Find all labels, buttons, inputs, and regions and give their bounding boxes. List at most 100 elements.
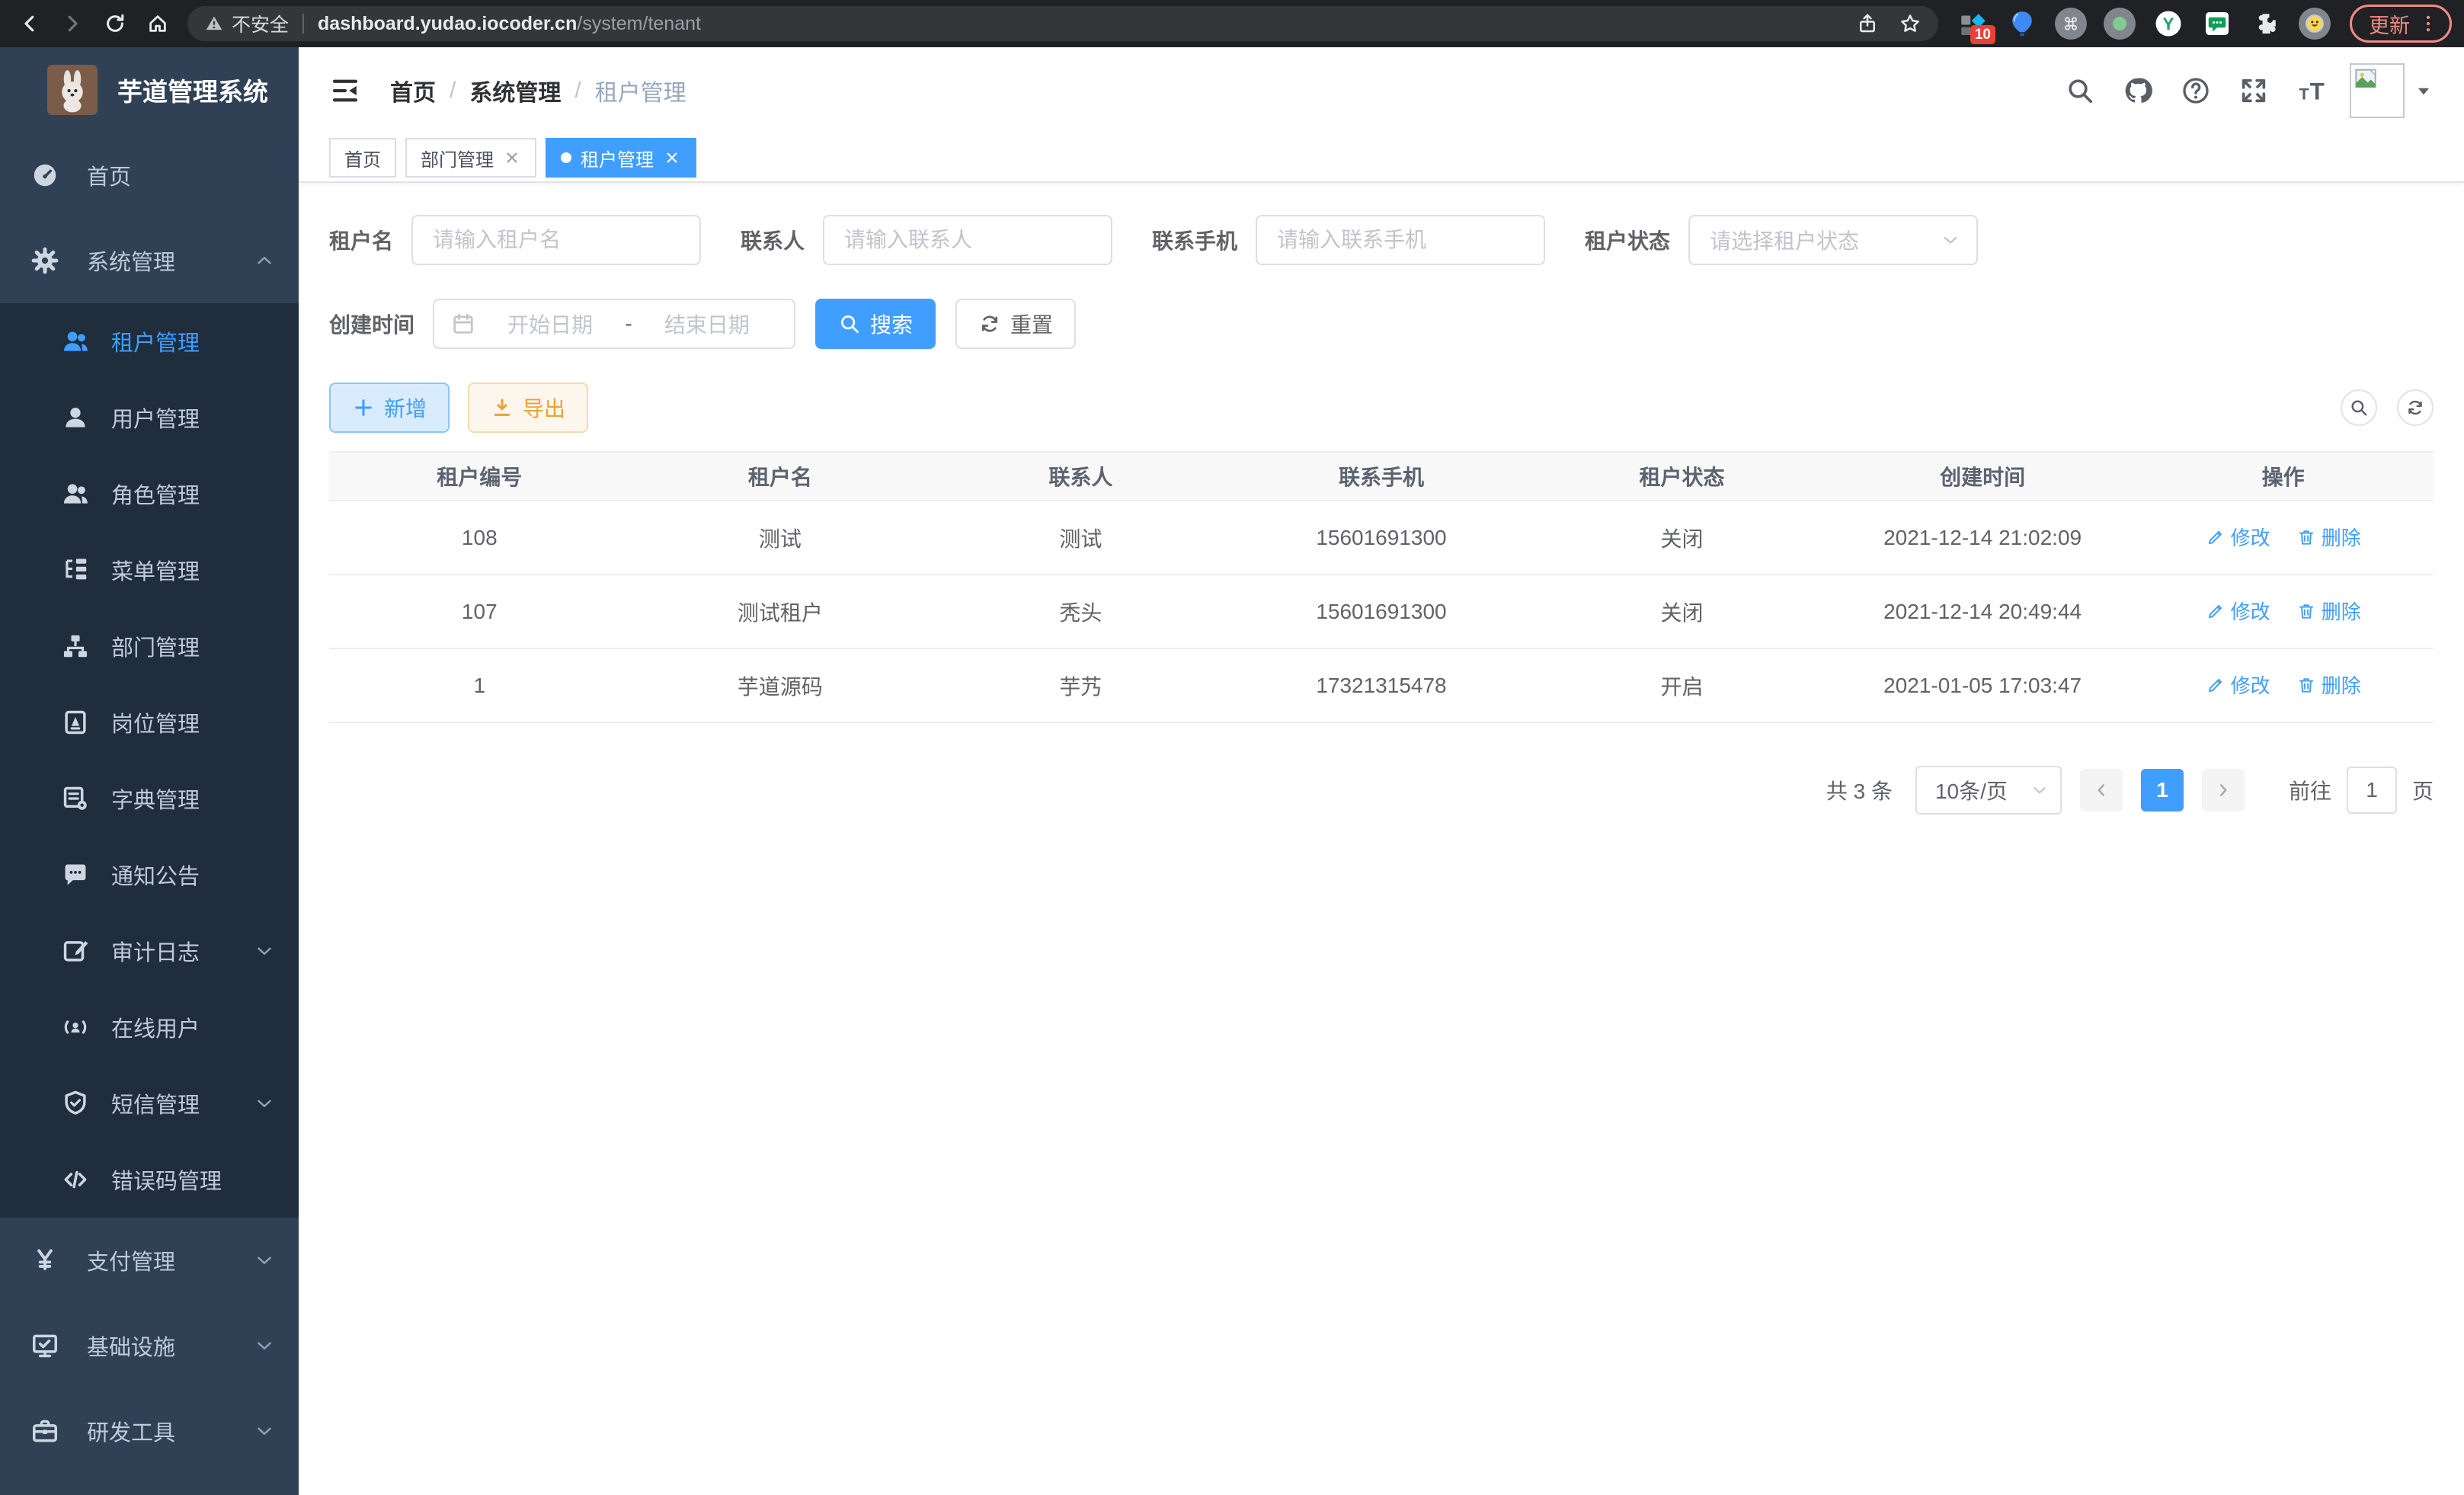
- sidebar-item-post[interactable]: 岗位管理: [0, 684, 299, 760]
- extension-y-icon[interactable]: Y: [2152, 8, 2184, 40]
- table-column-header: 创建时间: [1832, 452, 2133, 501]
- table-column-header: 租户状态: [1531, 452, 1832, 501]
- sidebar-item-home[interactable]: 首页: [0, 133, 299, 218]
- tenant-name-field: 租户名: [329, 215, 701, 265]
- sidebar-item-label: 部门管理: [111, 630, 200, 662]
- search-button[interactable]: 搜索: [815, 299, 936, 349]
- browser-home-button[interactable]: [140, 6, 175, 41]
- extension-emoji-icon[interactable]: [2299, 8, 2331, 40]
- page-1-button[interactable]: 1: [2141, 769, 2184, 812]
- edit-link[interactable]: 修改: [2206, 671, 2270, 699]
- tenant-status-select[interactable]: 请选择租户状态: [1688, 215, 1978, 265]
- avatar[interactable]: [2350, 63, 2405, 118]
- close-icon[interactable]: [503, 149, 521, 167]
- refresh-icon: [978, 312, 1001, 335]
- browser-back-button[interactable]: [12, 6, 47, 41]
- export-button[interactable]: 导出: [468, 383, 588, 433]
- breadcrumb-item[interactable]: 系统管理: [469, 74, 561, 107]
- toggle-search-button[interactable]: [2341, 389, 2377, 426]
- sidebar-item-label: 岗位管理: [111, 706, 200, 738]
- next-page-button[interactable]: [2202, 769, 2245, 812]
- extension-badge: 10: [1970, 25, 1995, 44]
- contact-person-label: 联系人: [741, 225, 805, 255]
- page-size-select[interactable]: 10条/页: [1915, 766, 2062, 815]
- sidebar-item-tenant[interactable]: 租户管理: [0, 303, 299, 379]
- edit-link[interactable]: 修改: [2206, 597, 2270, 625]
- table-cell-phone: 17321315478: [1231, 648, 1532, 722]
- add-button[interactable]: 新增: [329, 383, 450, 433]
- sidebar-item-label: 首页: [87, 159, 131, 191]
- breadcrumb-item[interactable]: 首页: [390, 74, 436, 107]
- edit-pencil-icon: [2206, 675, 2226, 695]
- close-icon[interactable]: [663, 149, 681, 167]
- sidebar-item-system[interactable]: 系统管理: [0, 218, 299, 303]
- delete-link[interactable]: 删除: [2296, 597, 2361, 625]
- sidebar-item-audit-log[interactable]: 审计日志: [0, 913, 299, 989]
- table-cell-name: 测试租户: [630, 575, 931, 648]
- font-size-icon[interactable]: TT: [2296, 75, 2327, 106]
- prev-page-button[interactable]: [2080, 769, 2123, 812]
- browser-forward-button[interactable]: [55, 6, 90, 41]
- fullscreen-icon[interactable]: [2238, 75, 2269, 106]
- browser-reload-button[interactable]: [98, 6, 133, 41]
- sidebar-item-online-user[interactable]: 在线用户: [0, 989, 299, 1065]
- goto-page-input[interactable]: [2347, 767, 2397, 814]
- omnibox-divider: [302, 14, 304, 34]
- emoji-face-icon: [2305, 14, 2325, 34]
- extension-chat-icon[interactable]: [2201, 8, 2233, 40]
- sidebar-item-error-code[interactable]: 错误码管理: [0, 1141, 299, 1218]
- tab-tenant[interactable]: 租户管理: [546, 138, 696, 178]
- chevron-down-icon: [2030, 780, 2050, 800]
- reset-button[interactable]: 重置: [955, 299, 1076, 349]
- sidebar-item-dept[interactable]: 部门管理: [0, 608, 299, 684]
- extension-command-icon[interactable]: [2055, 8, 2087, 40]
- tenant-status-label: 租户状态: [1585, 225, 1670, 255]
- rabbit-logo-icon: [47, 65, 98, 115]
- chevron-down-icon: [253, 1420, 276, 1442]
- tab-dept[interactable]: 部门管理: [405, 138, 536, 178]
- extension-record-icon[interactable]: [2104, 8, 2136, 40]
- table-cell-name: 芋道源码: [630, 648, 931, 722]
- sidebar-item-sms[interactable]: 短信管理: [0, 1065, 299, 1141]
- avatar-dropdown-caret-icon[interactable]: [2414, 81, 2434, 101]
- sidebar-item-dict[interactable]: 字典管理: [0, 760, 299, 837]
- sidebar-item-user[interactable]: 用户管理: [0, 379, 299, 456]
- sidebar-collapse-icon[interactable]: [329, 75, 361, 107]
- sidebar-item-label: 租户管理: [111, 325, 200, 357]
- table-row: 1芋道源码芋艿17321315478开启2021-01-05 17:03:47修…: [329, 648, 2434, 722]
- sidebar-item-infra[interactable]: 基础设施: [0, 1303, 299, 1388]
- edit-link[interactable]: 修改: [2206, 523, 2270, 551]
- delete-link[interactable]: 删除: [2296, 671, 2361, 699]
- contact-person-input[interactable]: [823, 215, 1112, 265]
- sidebar-item-menu[interactable]: 菜单管理: [0, 532, 299, 608]
- table-cell-name: 测试: [630, 501, 931, 575]
- contact-phone-input[interactable]: [1256, 215, 1545, 265]
- sidebar-item-devtools[interactable]: 研发工具: [0, 1388, 299, 1474]
- extension-puzzle-icon[interactable]: [2250, 8, 2282, 40]
- tenant-name-input[interactable]: [411, 215, 701, 265]
- tab-home[interactable]: 首页: [329, 138, 396, 178]
- table-cell-contact: 测试: [930, 501, 1231, 575]
- sidebar-item-pay[interactable]: 支付管理: [0, 1218, 299, 1303]
- sidebar-item-notice[interactable]: 通知公告: [0, 837, 299, 913]
- header-search-icon[interactable]: [2065, 75, 2095, 106]
- chat-bubble-icon: [2203, 10, 2231, 37]
- bookmark-star-icon[interactable]: [1899, 12, 1922, 35]
- browser-address-bar[interactable]: 不安全 dashboard.yudao.iocoder.cn/system/te…: [187, 6, 1938, 41]
- user-icon: [61, 403, 90, 432]
- help-icon[interactable]: [2181, 75, 2211, 106]
- create-time-range-picker[interactable]: 开始日期 - 结束日期: [433, 299, 795, 349]
- extension-balloon-icon[interactable]: [2006, 8, 2038, 40]
- sidebar-item-label: 用户管理: [111, 402, 200, 434]
- app-logo[interactable]: 芋道管理系统: [0, 47, 299, 133]
- tab-label: 租户管理: [581, 145, 654, 171]
- browser-update-button[interactable]: 更新: [2350, 5, 2452, 43]
- delete-link[interactable]: 删除: [2296, 523, 2361, 551]
- sidebar-item-role[interactable]: 角色管理: [0, 456, 299, 532]
- table-cell-contact: 秃头: [930, 575, 1231, 648]
- github-icon[interactable]: [2123, 75, 2153, 106]
- share-icon[interactable]: [1856, 12, 1879, 35]
- extension-blocks-icon[interactable]: 10: [1957, 8, 1989, 40]
- refresh-table-button[interactable]: [2397, 389, 2434, 426]
- forward-arrow-icon: [61, 12, 84, 35]
